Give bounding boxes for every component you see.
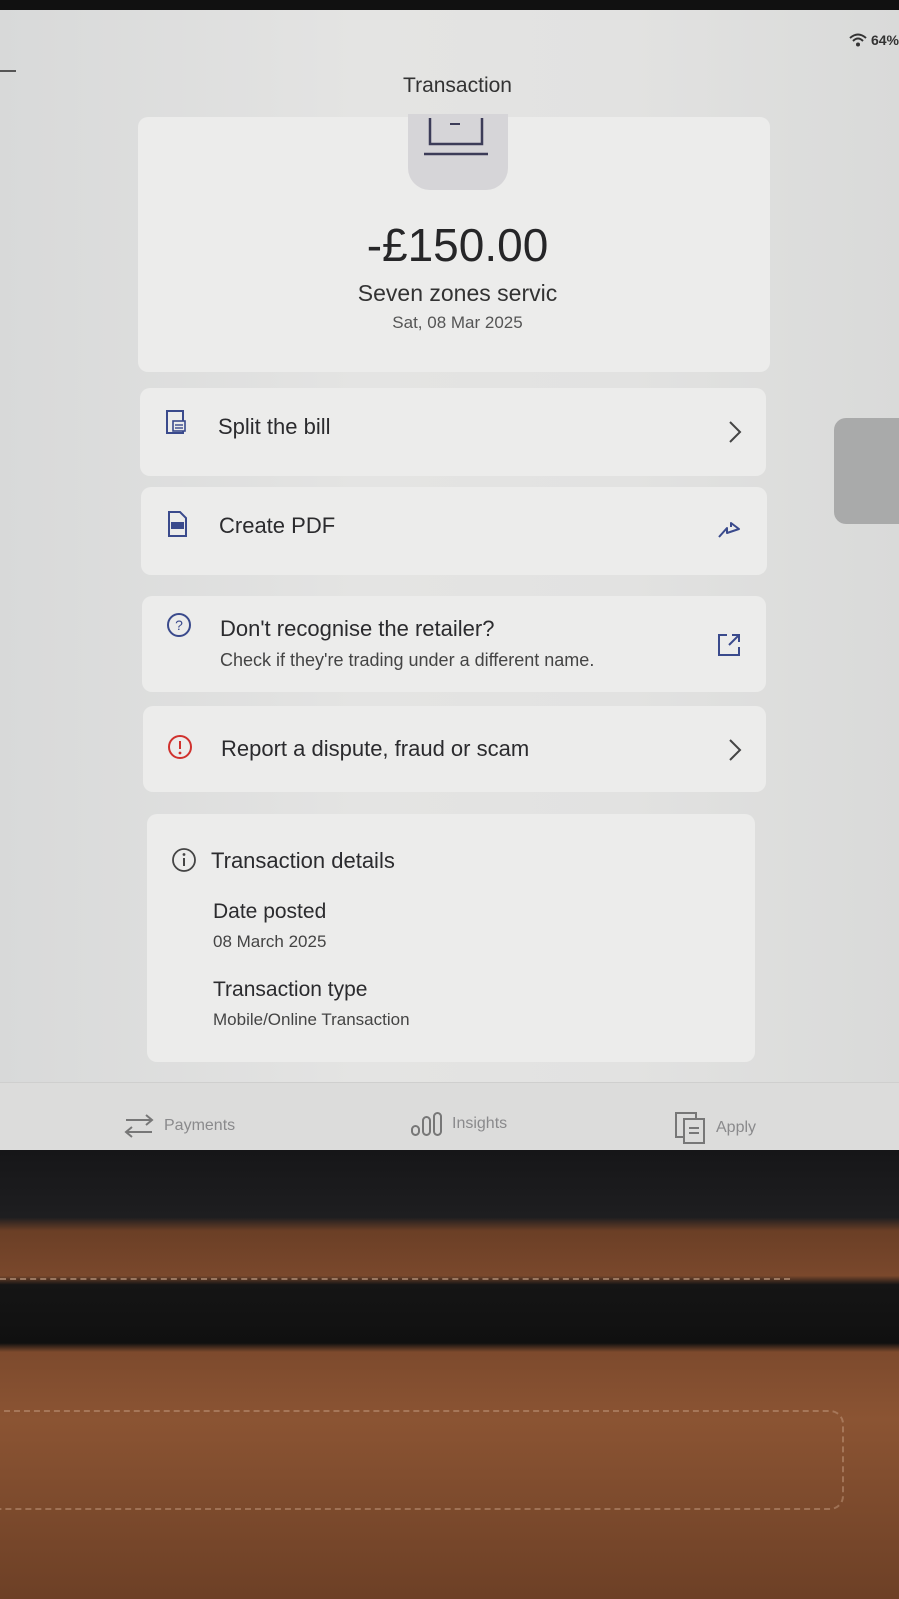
transaction-type-label: Transaction type: [213, 978, 368, 1001]
create-pdf-label: Create PDF: [219, 513, 336, 538]
chevron-right-icon: [729, 421, 742, 443]
merchant-name: Seven zones servic: [357, 280, 558, 306]
transaction-amount: -£150.00: [366, 219, 549, 271]
app-screen: 64% Transaction -£150.00 Seven zones ser…: [0, 10, 899, 1150]
tab-apply-label: Apply: [716, 1119, 757, 1136]
chevron-right-icon: [729, 739, 742, 761]
date-posted-label: Date posted: [213, 900, 327, 923]
case-strap: [0, 1410, 844, 1510]
wifi-icon: [849, 33, 867, 47]
transaction-details-card: Transaction details Date posted 08 March…: [147, 814, 755, 1062]
share-icon[interactable]: [717, 519, 743, 541]
status-bar: 64%: [849, 32, 899, 48]
case-stitching: [0, 1278, 790, 1280]
floating-side-button[interactable]: [834, 418, 899, 524]
tab-insights-label: Insights: [452, 1115, 508, 1132]
battery-level: 64%: [870, 32, 899, 48]
transaction-date: Sat, 08 Mar 2025: [392, 313, 523, 332]
tab-payments-label: Payments: [164, 1117, 236, 1134]
transfer-arrows-icon: [124, 1114, 154, 1138]
retailer-lookup-label: Don't recognise the retailer?: [220, 616, 495, 641]
insights-bars-icon: [411, 1112, 442, 1136]
back-icon[interactable]: [0, 70, 16, 72]
report-dispute-label: Report a dispute, fraud or scam: [221, 736, 530, 761]
retailer-lookup-row[interactable]: ? Don't recognise the retailer? Check if…: [142, 596, 766, 692]
report-dispute-row[interactable]: Report a dispute, fraud or scam: [143, 706, 766, 792]
question-icon: ?: [167, 613, 191, 637]
page-title: Transaction: [403, 74, 512, 97]
external-link-icon[interactable]: [716, 632, 742, 658]
receipt-icon: [408, 114, 508, 190]
tab-payments[interactable]: Payments: [122, 1111, 235, 1141]
bottom-tab-bar: Payments Insights Apply: [0, 1082, 899, 1150]
create-pdf-row[interactable]: Create PDF: [141, 487, 767, 575]
split-bill-icon: [166, 410, 186, 434]
apply-documents-icon: [675, 1112, 705, 1144]
retailer-lookup-sublabel: Check if they're trading under a differe…: [220, 650, 595, 670]
split-bill-label: Split the bill: [218, 414, 331, 439]
transaction-type-value: Mobile/Online Transaction: [213, 1010, 410, 1029]
tab-apply[interactable]: Apply: [674, 1111, 756, 1145]
info-icon: [172, 848, 196, 872]
device-case-background: [0, 1150, 899, 1599]
details-title: Transaction details: [211, 848, 395, 873]
date-posted-value: 08 March 2025: [213, 932, 327, 951]
pdf-file-icon: [168, 511, 187, 537]
alert-icon: [168, 735, 192, 759]
split-bill-row[interactable]: Split the bill: [140, 388, 766, 476]
svg-text:?: ?: [175, 617, 183, 633]
tab-insights[interactable]: Insights: [410, 1111, 507, 1137]
